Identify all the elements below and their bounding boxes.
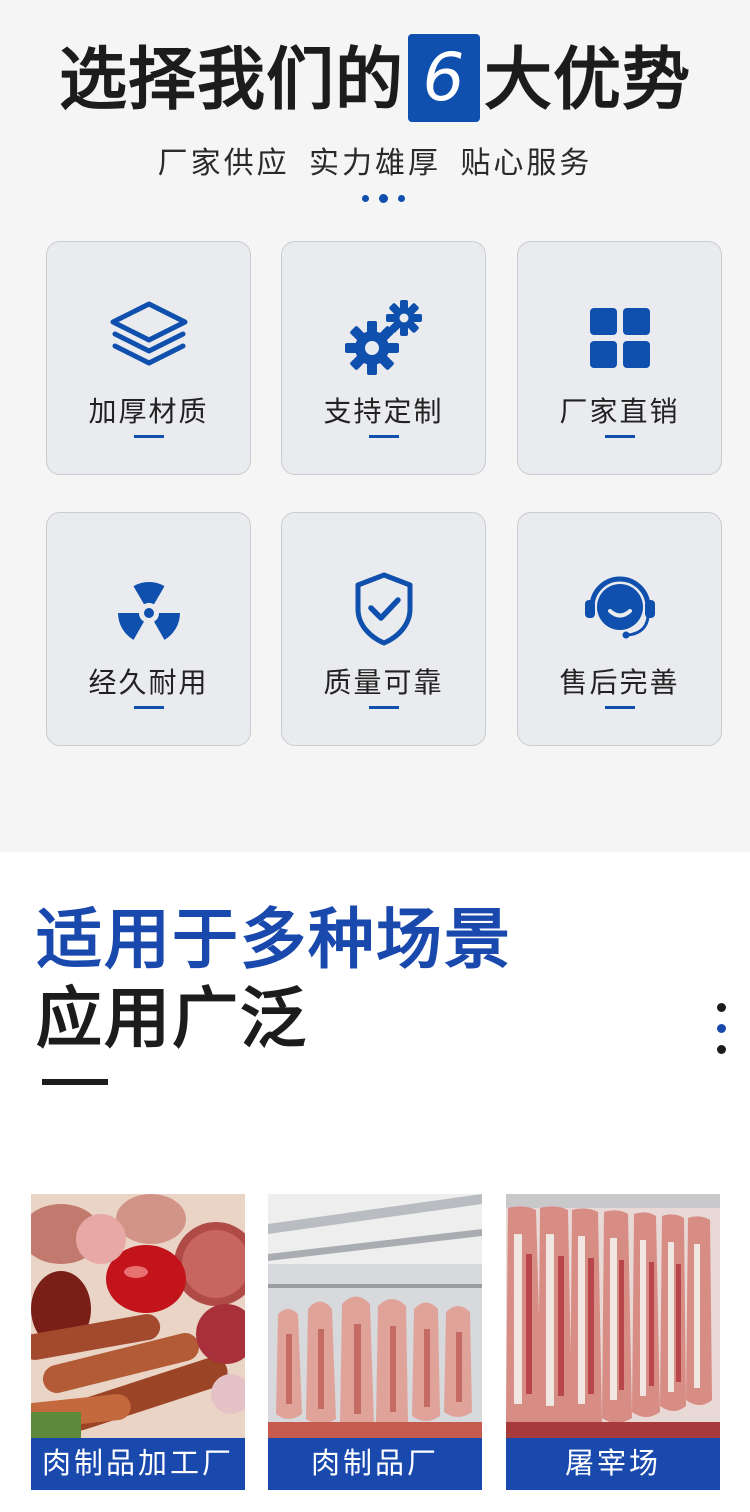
advantage-card-customization: 支持定制 xyxy=(281,241,486,475)
vertical-dots-indicator xyxy=(716,1003,728,1055)
advantages-section: 选择我们的 6 大优势 厂家供应 实力雄厚 贴心服务 加厚材质 支持定制 厂家直… xyxy=(0,0,750,852)
applications-title-line2: 应用广泛 xyxy=(36,981,308,1055)
card-label: 质量可靠 xyxy=(323,667,444,698)
advantage-card-reliable-quality: 质量可靠 xyxy=(281,512,486,746)
gears-icon xyxy=(342,296,426,380)
advantages-subtitle: 厂家供应 实力雄厚 贴心服务 xyxy=(157,147,593,180)
scene-caption: 肉制品加工厂 xyxy=(31,1438,245,1490)
scene-caption: 肉制品厂 xyxy=(268,1438,482,1490)
card-underline xyxy=(604,706,635,709)
grid-icon xyxy=(578,296,662,380)
card-underline xyxy=(368,706,399,709)
card-underline xyxy=(133,435,164,438)
card-label: 经久耐用 xyxy=(88,667,209,698)
radiation-icon xyxy=(107,567,191,651)
sausage-photo-image xyxy=(31,1194,245,1438)
decorative-dots xyxy=(362,193,410,205)
scene-card-slaughterhouse: 屠宰场 xyxy=(506,1194,720,1490)
card-label: 厂家直销 xyxy=(559,396,680,427)
layers-icon xyxy=(107,296,191,380)
title-number-badge: 6 xyxy=(408,34,480,122)
card-label: 加厚材质 xyxy=(88,396,209,427)
advantage-card-after-sales: 售后完善 xyxy=(517,512,722,746)
slaughterhouse-photo-image xyxy=(506,1194,720,1438)
scene-card-meat-factory: 肉制品厂 xyxy=(268,1194,482,1490)
advantage-card-factory-direct: 厂家直销 xyxy=(517,241,722,475)
shield-check-icon xyxy=(342,567,426,651)
advantage-card-thick-material: 加厚材质 xyxy=(46,241,251,475)
card-underline xyxy=(368,435,399,438)
scene-caption: 屠宰场 xyxy=(506,1438,720,1490)
card-label: 支持定制 xyxy=(323,396,444,427)
card-underline xyxy=(133,706,164,709)
title-underline xyxy=(42,1079,108,1085)
card-underline xyxy=(604,435,635,438)
advantage-card-durable: 经久耐用 xyxy=(46,512,251,746)
title-before: 选择我们的 xyxy=(58,42,404,118)
applications-title-line1: 适用于多种场景 xyxy=(36,902,512,976)
advantages-title: 选择我们的 6 大优势 xyxy=(0,34,750,126)
headset-icon xyxy=(578,567,662,651)
title-after: 大优势 xyxy=(484,42,692,118)
card-label: 售后完善 xyxy=(559,667,680,698)
scene-card-meat-processing: 肉制品加工厂 xyxy=(31,1194,245,1490)
meat-factory-photo-image xyxy=(268,1194,482,1438)
